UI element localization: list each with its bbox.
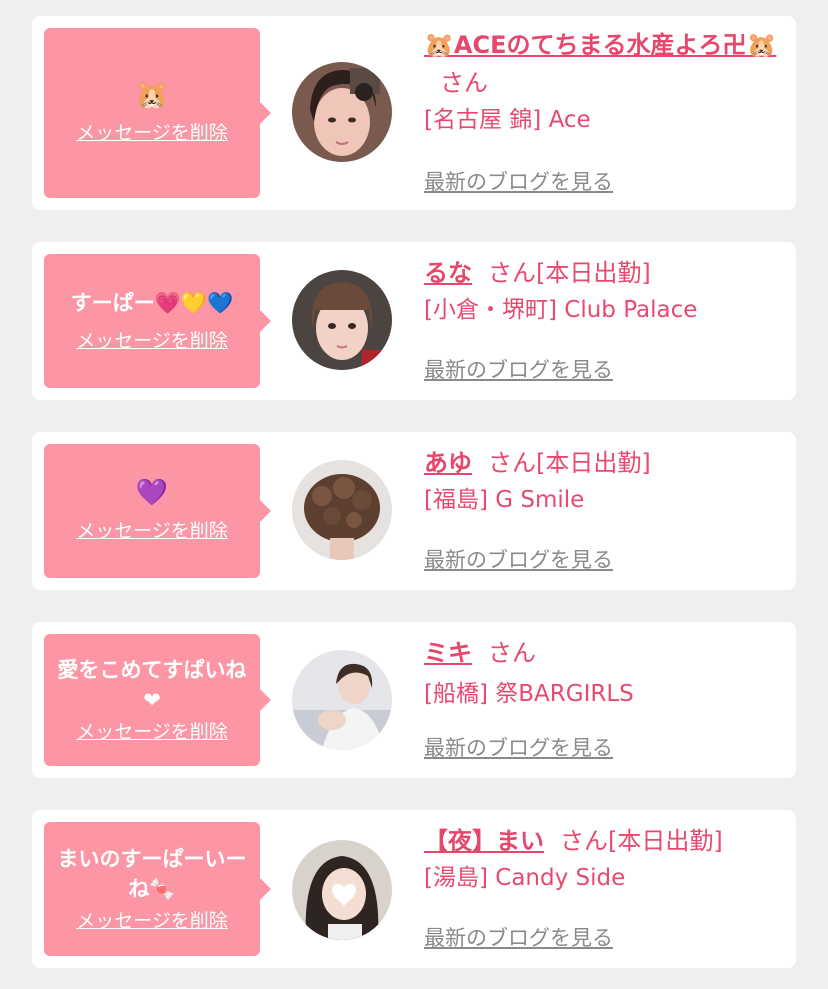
latest-blog-link[interactable]: 最新のブログを見る — [424, 354, 613, 384]
sender-name-link[interactable]: 🐹ACEのてちまる水産よろ卍🐹 — [424, 31, 776, 59]
message-card: 💜 メッセージを削除 あゆ さん[本日出勤] [福島] G Smile 最新のブロ… — [32, 432, 796, 590]
name-line: るな さん[本日出勤] — [424, 254, 784, 292]
delete-message-link[interactable]: メッセージを削除 — [76, 908, 228, 934]
honorific: さん — [440, 69, 488, 97]
honorific: さん — [488, 449, 536, 477]
latest-blog-link[interactable]: 最新のブログを見る — [424, 544, 613, 574]
message-text: 🐹 — [134, 78, 170, 111]
name-line: 【夜】まい さん[本日出勤] — [424, 822, 784, 860]
latest-blog-link[interactable]: 最新のブログを見る — [424, 922, 613, 952]
sender-info: るな さん[本日出勤] [小倉・堺町] Club Palace — [424, 254, 784, 328]
honorific: さん — [560, 827, 608, 855]
sender-name-link[interactable]: 【夜】まい — [424, 827, 544, 855]
message-bubble: 愛をこめてすぱいね❤ メッセージを削除 — [44, 634, 271, 766]
message-text: 愛をこめてすぱいね❤ — [57, 658, 247, 712]
sender-info: ミキ さん [船橋] 祭BARGIRLS — [424, 634, 784, 712]
shop-name: [福島] G Smile — [424, 487, 585, 513]
shop-name: [小倉・堺町] Club Palace — [424, 297, 698, 323]
message-text: まいのすーぱーいーね🍬 — [57, 847, 247, 901]
message-bubble: 💜 メッセージを削除 — [44, 444, 271, 578]
attendance-status: [本日出勤] — [536, 259, 651, 287]
sender-name-link[interactable]: るな — [424, 259, 472, 287]
name-line: ミキ さん — [424, 634, 784, 672]
honorific: さん — [488, 259, 536, 287]
honorific: さん — [488, 639, 536, 667]
message-bubble: すーぱー💗💛💙 メッセージを削除 — [44, 254, 271, 388]
message-card: まいのすーぱーいーね🍬 メッセージを削除 【夜】まい さん[本日出勤] [湯島] … — [32, 810, 796, 968]
latest-blog-link[interactable]: 最新のブログを見る — [424, 732, 613, 762]
avatar[interactable] — [292, 460, 392, 560]
message-text: すーぱー💗💛💙 — [70, 291, 234, 315]
latest-blog-link[interactable]: 最新のブログを見る — [424, 166, 613, 196]
sender-name-link[interactable]: ミキ — [424, 639, 472, 667]
shop-name: [湯島] Candy Side — [424, 865, 626, 891]
sender-info: あゆ さん[本日出勤] [福島] G Smile — [424, 444, 784, 518]
name-line: あゆ さん[本日出勤] — [424, 444, 784, 482]
attendance-status: [本日出勤] — [536, 449, 651, 477]
message-card: 🐹 メッセージを削除 🐹ACEのてちまる水産よろ卍🐹 さん [名古屋 錦] Ace… — [32, 16, 796, 210]
shop-name: [船橋] 祭BARGIRLS — [424, 681, 634, 707]
delete-message-link[interactable]: メッセージを削除 — [76, 518, 228, 544]
avatar[interactable] — [292, 62, 392, 162]
message-card: 愛をこめてすぱいね❤ メッセージを削除 ミキ さん [船橋] 祭BARGIRLS … — [32, 622, 796, 778]
delete-message-link[interactable]: メッセージを削除 — [76, 120, 228, 146]
avatar[interactable] — [292, 650, 392, 750]
sender-info: 🐹ACEのてちまる水産よろ卍🐹 さん [名古屋 錦] Ace — [424, 26, 784, 138]
shop-name: [名古屋 錦] Ace — [424, 107, 591, 133]
sender-name-link[interactable]: あゆ — [424, 449, 472, 477]
delete-message-link[interactable]: メッセージを削除 — [76, 328, 228, 354]
avatar[interactable] — [292, 270, 392, 370]
message-text: 💜 — [135, 478, 169, 508]
name-line: 🐹ACEのてちまる水産よろ卍🐹 さん — [424, 26, 784, 102]
message-bubble: 🐹 メッセージを削除 — [44, 28, 271, 198]
message-card: すーぱー💗💛💙 メッセージを削除 るな さん[本日出勤] [小倉・堺町] Club… — [32, 242, 796, 400]
delete-message-link[interactable]: メッセージを削除 — [76, 719, 228, 745]
attendance-status: [本日出勤] — [608, 827, 723, 855]
message-bubble: まいのすーぱーいーね🍬 メッセージを削除 — [44, 822, 271, 956]
avatar[interactable] — [292, 840, 392, 940]
sender-info: 【夜】まい さん[本日出勤] [湯島] Candy Side — [424, 822, 784, 896]
